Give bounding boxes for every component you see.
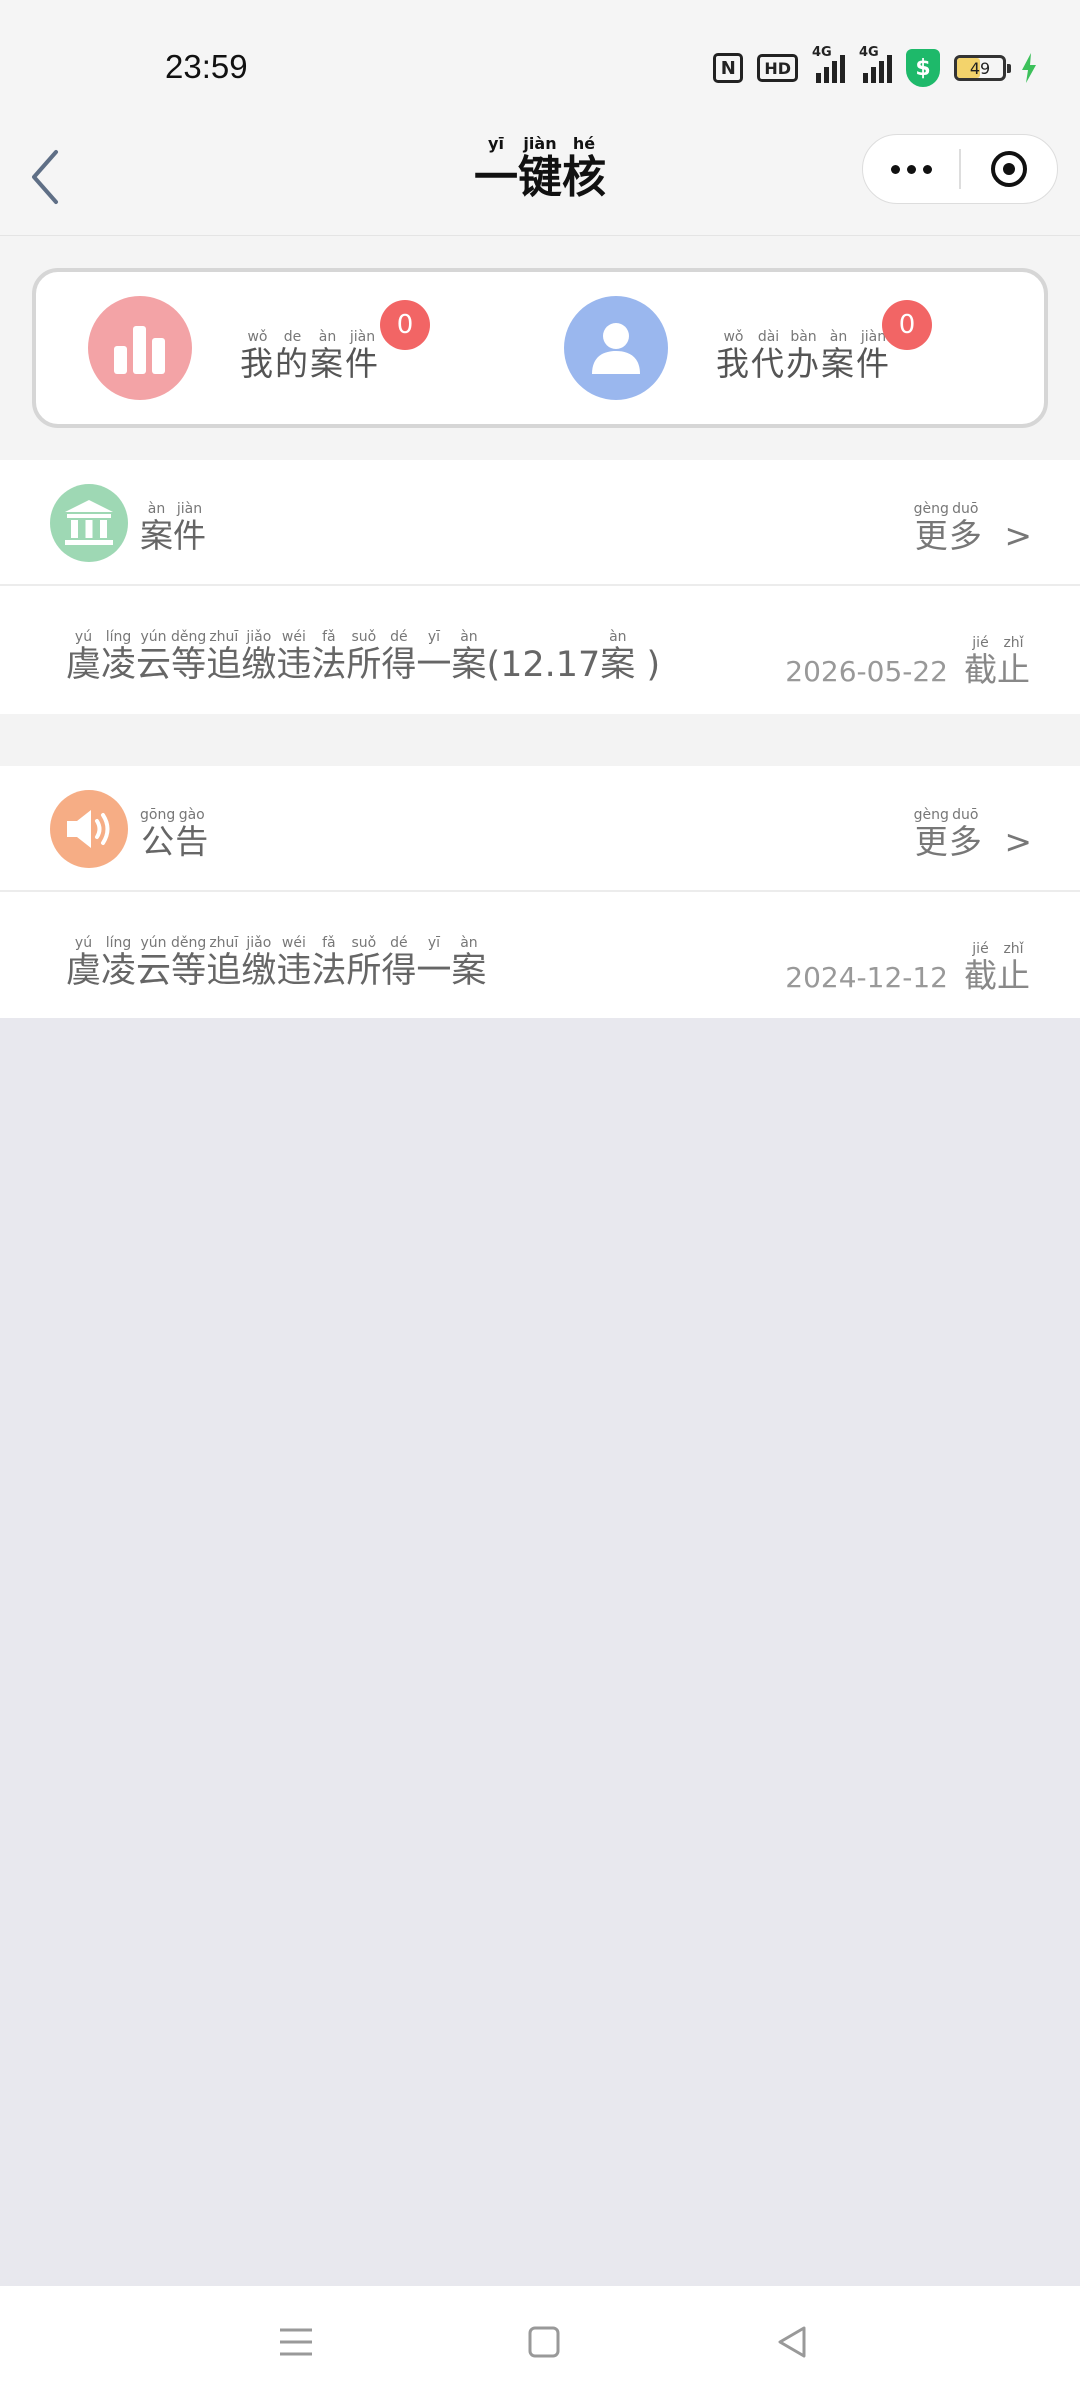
- status-time: 23:59: [165, 48, 248, 85]
- proxy-cases-label: 我wǒ代dài办bàn案àn件jiàn: [716, 328, 891, 383]
- target-icon: [990, 151, 1027, 187]
- bar-chart-icon: [88, 296, 192, 400]
- security-shield-icon: $: [906, 49, 940, 87]
- network-label-2: 4G: [859, 45, 879, 60]
- my-cases-entry[interactable]: 我wǒ的de案àn件jiàn: [88, 296, 380, 400]
- signal-icon: 4G: [859, 45, 892, 83]
- summary-area: 我wǒ的de案àn件jiàn 0 我wǒ代dài办bàn案àn件jiàn 0: [0, 236, 1080, 460]
- charging-icon: [1022, 53, 1036, 83]
- case-deadline: 2026-05-22 截jié止zhǐ: [785, 635, 1030, 691]
- navigation-bar: 一yī键jiàn核hé: [0, 120, 1080, 236]
- notice-section: 公gōng告gào 更gèng多duō > 虞yú凌líng云yún等děng追…: [0, 766, 1080, 1018]
- notice-title: 虞yú凌líng云yún等děng追zhuī缴jiǎo违wéi法fǎ所suǒ得d…: [66, 935, 487, 991]
- user-icon: [564, 296, 668, 400]
- my-cases-count-badge: 0: [380, 300, 430, 350]
- hd-icon: HD: [757, 54, 798, 82]
- back-triangle-icon[interactable]: [772, 2322, 812, 2362]
- menu-icon[interactable]: [276, 2322, 316, 2362]
- network-label-1: 4G: [812, 45, 832, 60]
- proxy-cases-count-badge: 0: [882, 300, 932, 350]
- bank-building-icon: [50, 484, 128, 562]
- cases-section-title: 案àn件jiàn: [140, 501, 206, 555]
- notice-list-item[interactable]: 虞yú凌líng云yún等děng追zhuī缴jiǎo违wéi法fǎ所suǒ得d…: [0, 892, 1080, 1016]
- hd-label: HD: [764, 58, 791, 78]
- status-bar: 23:59 N HD 4G 4G $ 49: [0, 0, 1080, 120]
- chevron-right-icon: >: [1004, 822, 1032, 861]
- notice-section-header: 公gōng告gào 更gèng多duō >: [0, 766, 1080, 892]
- close-target-button[interactable]: [961, 151, 1058, 187]
- case-list-item[interactable]: 虞yú凌líng云yún等děng追zhuī缴jiǎo违wéi法fǎ所suǒ得d…: [0, 586, 1080, 710]
- battery-icon: 49: [954, 55, 1011, 81]
- case-date: 2026-05-22: [785, 655, 948, 688]
- proxy-cases-entry[interactable]: 我wǒ代dài办bàn案àn件jiàn: [564, 296, 891, 400]
- more-dots-icon[interactable]: [863, 164, 959, 174]
- system-navigation-bar: [0, 2286, 1080, 2400]
- battery-percent: 49: [969, 58, 991, 78]
- menu-capsule: [862, 134, 1058, 204]
- nfc-icon: N: [713, 53, 744, 83]
- notice-more-label: 更gèng多duō: [913, 807, 982, 861]
- home-square-icon[interactable]: [524, 2322, 564, 2362]
- cases-section-header: 案àn件jiàn 更gèng多duō >: [0, 460, 1080, 586]
- cases-more-label: 更gèng多duō: [913, 501, 982, 555]
- case-deadline-label: 截jié止zhǐ: [964, 635, 1030, 689]
- cases-section: 案àn件jiàn 更gèng多duō > 虞yú凌líng云yún等děng追z…: [0, 460, 1080, 714]
- case-title: 虞yú凌líng云yún等děng追zhuī缴jiǎo违wéi法fǎ所suǒ得d…: [66, 629, 661, 685]
- cases-more-link[interactable]: 更gèng多duō >: [913, 501, 1032, 557]
- speaker-icon: [50, 790, 128, 868]
- summary-card: 我wǒ的de案àn件jiàn 0 我wǒ代dài办bàn案àn件jiàn 0: [32, 268, 1048, 428]
- notice-deadline-label: 截jié止zhǐ: [964, 941, 1030, 995]
- notice-date: 2024-12-12: [785, 961, 948, 994]
- chevron-right-icon: >: [1004, 516, 1032, 555]
- signal-icon: 4G: [812, 45, 845, 83]
- section-divider: [0, 714, 1080, 766]
- my-cases-label: 我wǒ的de案àn件jiàn: [240, 328, 380, 383]
- status-icons: N HD 4G 4G $ 49: [713, 45, 1038, 88]
- notice-section-title: 公gōng告gào: [140, 807, 209, 861]
- notice-deadline: 2024-12-12 截jié止zhǐ: [785, 941, 1030, 997]
- notice-more-link[interactable]: 更gèng多duō >: [913, 807, 1032, 863]
